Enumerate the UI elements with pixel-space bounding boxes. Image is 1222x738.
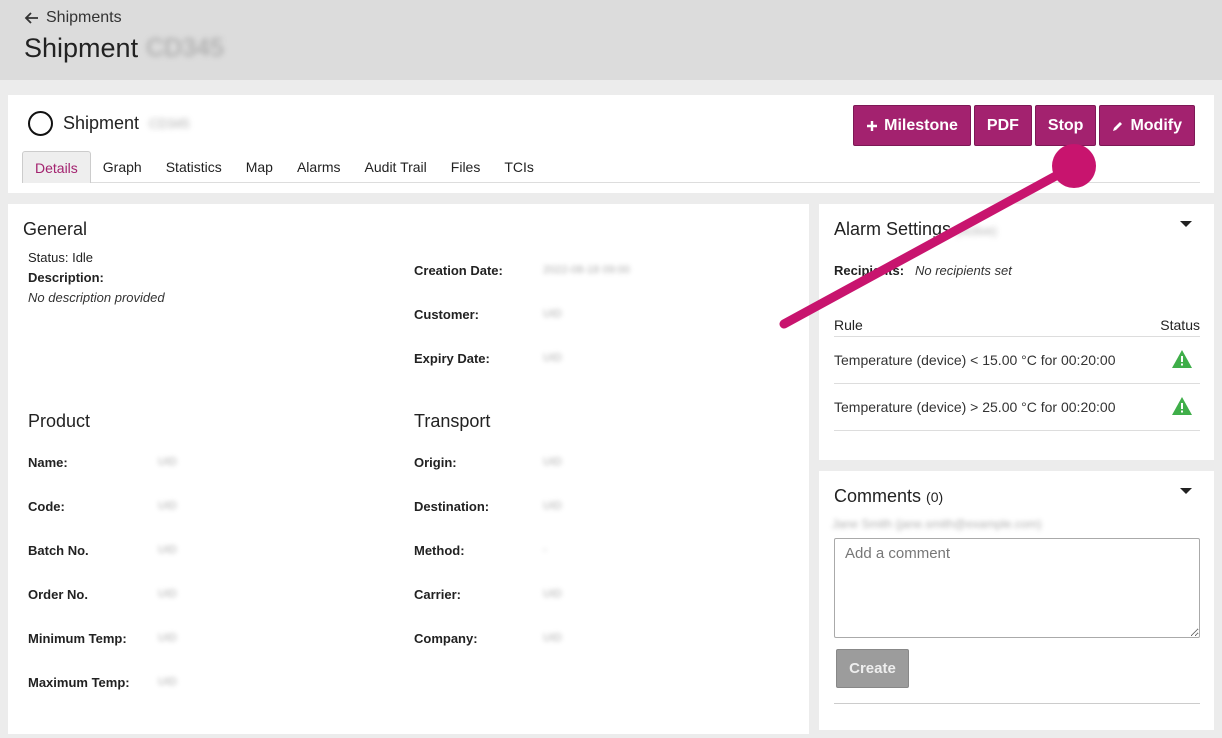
order-no-value: UID (158, 588, 177, 600)
add-milestone-button[interactable]: Milestone (853, 105, 971, 146)
general-title: General (23, 219, 88, 239)
destination-value: UID (543, 500, 562, 512)
stop-button[interactable]: Stop (1034, 105, 1097, 146)
tab-alarms[interactable]: Alarms (285, 151, 353, 183)
customer-label: Customer: (414, 307, 480, 322)
comment-user-redacted: Jane Smith (jane.smith@example.com) (832, 517, 1042, 531)
arrow-left-icon (24, 12, 38, 24)
max-temp-value: UID (158, 676, 177, 688)
batch-no-value: UID (158, 544, 177, 556)
table-row: Temperature (device) > 25.00 °C for 00:2… (834, 384, 1200, 431)
company-label: Company: (414, 631, 478, 646)
warning-icon (1172, 396, 1200, 418)
product-title: Product (28, 411, 91, 431)
max-temp-label: Maximum Temp: (28, 675, 130, 690)
plus-icon (867, 120, 878, 131)
carrier-value: UID (543, 588, 562, 600)
carrier-label: Carrier: (414, 587, 461, 602)
origin-label: Origin: (414, 455, 457, 470)
batch-no-label: Batch No. (28, 543, 89, 558)
alarm-rules-table: Rule Status Temperature (device) < 15.00… (834, 317, 1200, 431)
alarm-settings-card: Alarm Settings (Active) Recipients: No r… (819, 204, 1214, 460)
modify-button[interactable]: Modify (1099, 105, 1195, 146)
alarm-settings-title: Alarm Settings (Active) (834, 219, 997, 239)
action-buttons: Milestone PDF Stop Modify (853, 105, 1195, 146)
status-circle-icon (28, 111, 53, 136)
collapse-caret-icon[interactable] (1180, 221, 1192, 227)
tab-graph[interactable]: Graph (91, 151, 154, 183)
comments-title: Comments (0) (834, 486, 944, 506)
comments-card: Comments (0) Jane Smith (jane.smith@exam… (819, 471, 1214, 730)
shipment-header-card: Shipment CD345 Milestone PDF Stop Modify… (8, 95, 1214, 193)
tab-bar: Details Graph Statistics Map Alarms Audi… (22, 151, 1200, 183)
tab-files[interactable]: Files (439, 151, 493, 183)
alarm-title-redacted: (Active) (956, 224, 997, 238)
min-temp-value: UID (158, 632, 177, 644)
status-text: Status: Idle (28, 250, 94, 265)
description-label: Description: (28, 270, 104, 285)
shipment-id-redacted: CD345 (149, 116, 190, 131)
create-comment-button[interactable]: Create (836, 649, 909, 688)
recipients-label: Recipients: (834, 263, 905, 278)
rule-text: Temperature (device) > 25.00 °C for 00:2… (834, 399, 1116, 415)
tab-tcis[interactable]: TCIs (492, 151, 546, 183)
product-name-label: Name: (28, 455, 68, 470)
table-row: Temperature (device) < 15.00 °C for 00:2… (834, 337, 1200, 384)
product-name-value: UID (158, 456, 177, 468)
min-temp-label: Minimum Temp: (28, 631, 127, 646)
rule-column-header: Rule (834, 317, 863, 333)
origin-value: UID (543, 456, 562, 468)
shipment-name: Shipment CD345 (28, 111, 190, 136)
creation-date-label: Creation Date: (414, 263, 503, 278)
shipment-id-redacted: CD345 (146, 34, 224, 62)
top-bar: Shipments Shipment CD345 (0, 0, 1222, 80)
tab-audit-trail[interactable]: Audit Trail (353, 151, 439, 183)
expiry-date-label: Expiry Date: (414, 351, 490, 366)
expiry-date-value: UID (543, 352, 562, 364)
transport-title: Transport (414, 411, 491, 431)
creation-date-value: 2022-08-18 09:00 (543, 264, 630, 276)
tab-statistics[interactable]: Statistics (154, 151, 234, 183)
page-title: Shipment CD345 (24, 33, 224, 63)
back-label: Shipments (46, 9, 122, 26)
collapse-caret-icon[interactable] (1180, 488, 1192, 494)
order-no-label: Order No. (28, 587, 88, 602)
status-column-header: Status (1160, 317, 1200, 333)
recipients-value: No recipients set (915, 263, 1012, 278)
company-value: UID (543, 632, 562, 644)
tab-map[interactable]: Map (234, 151, 285, 183)
description-value: No description provided (28, 290, 165, 305)
table-header: Rule Status (834, 317, 1200, 337)
warning-icon (1172, 349, 1200, 371)
destination-label: Destination: (414, 499, 490, 514)
comment-input[interactable] (834, 538, 1200, 638)
back-to-shipments-link[interactable]: Shipments (24, 9, 122, 27)
tab-details[interactable]: Details (22, 151, 91, 183)
product-code-value: UID (158, 500, 177, 512)
pencil-icon (1113, 121, 1123, 131)
pdf-button[interactable]: PDF (973, 105, 1032, 146)
method-value: - (543, 544, 547, 556)
customer-value: UID (543, 308, 562, 320)
divider (834, 703, 1200, 704)
product-code-label: Code: (28, 499, 65, 514)
details-card: General Status: Idle Description: No des… (8, 204, 809, 734)
comments-count: (0) (926, 489, 944, 505)
rule-text: Temperature (device) < 15.00 °C for 00:2… (834, 352, 1116, 368)
method-label: Method: (414, 543, 465, 558)
